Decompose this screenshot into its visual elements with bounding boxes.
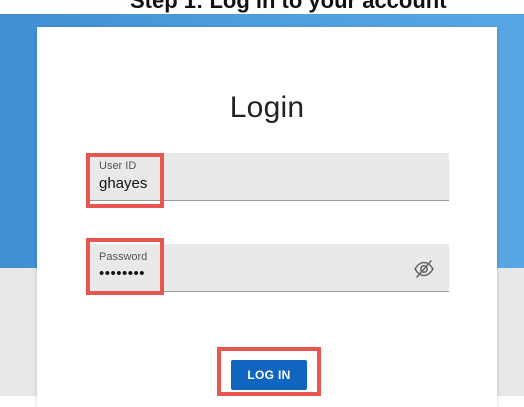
login-button[interactable]: LOG IN xyxy=(231,360,307,390)
user-id-highlight xyxy=(86,153,164,208)
page-title: Login xyxy=(229,91,305,124)
top-caption-strip: Step 1: Log in to your account xyxy=(0,0,524,14)
eye-slash-icon[interactable] xyxy=(413,258,435,280)
password-highlight xyxy=(86,238,164,295)
top-caption: Step 1: Log in to your account xyxy=(130,0,447,13)
